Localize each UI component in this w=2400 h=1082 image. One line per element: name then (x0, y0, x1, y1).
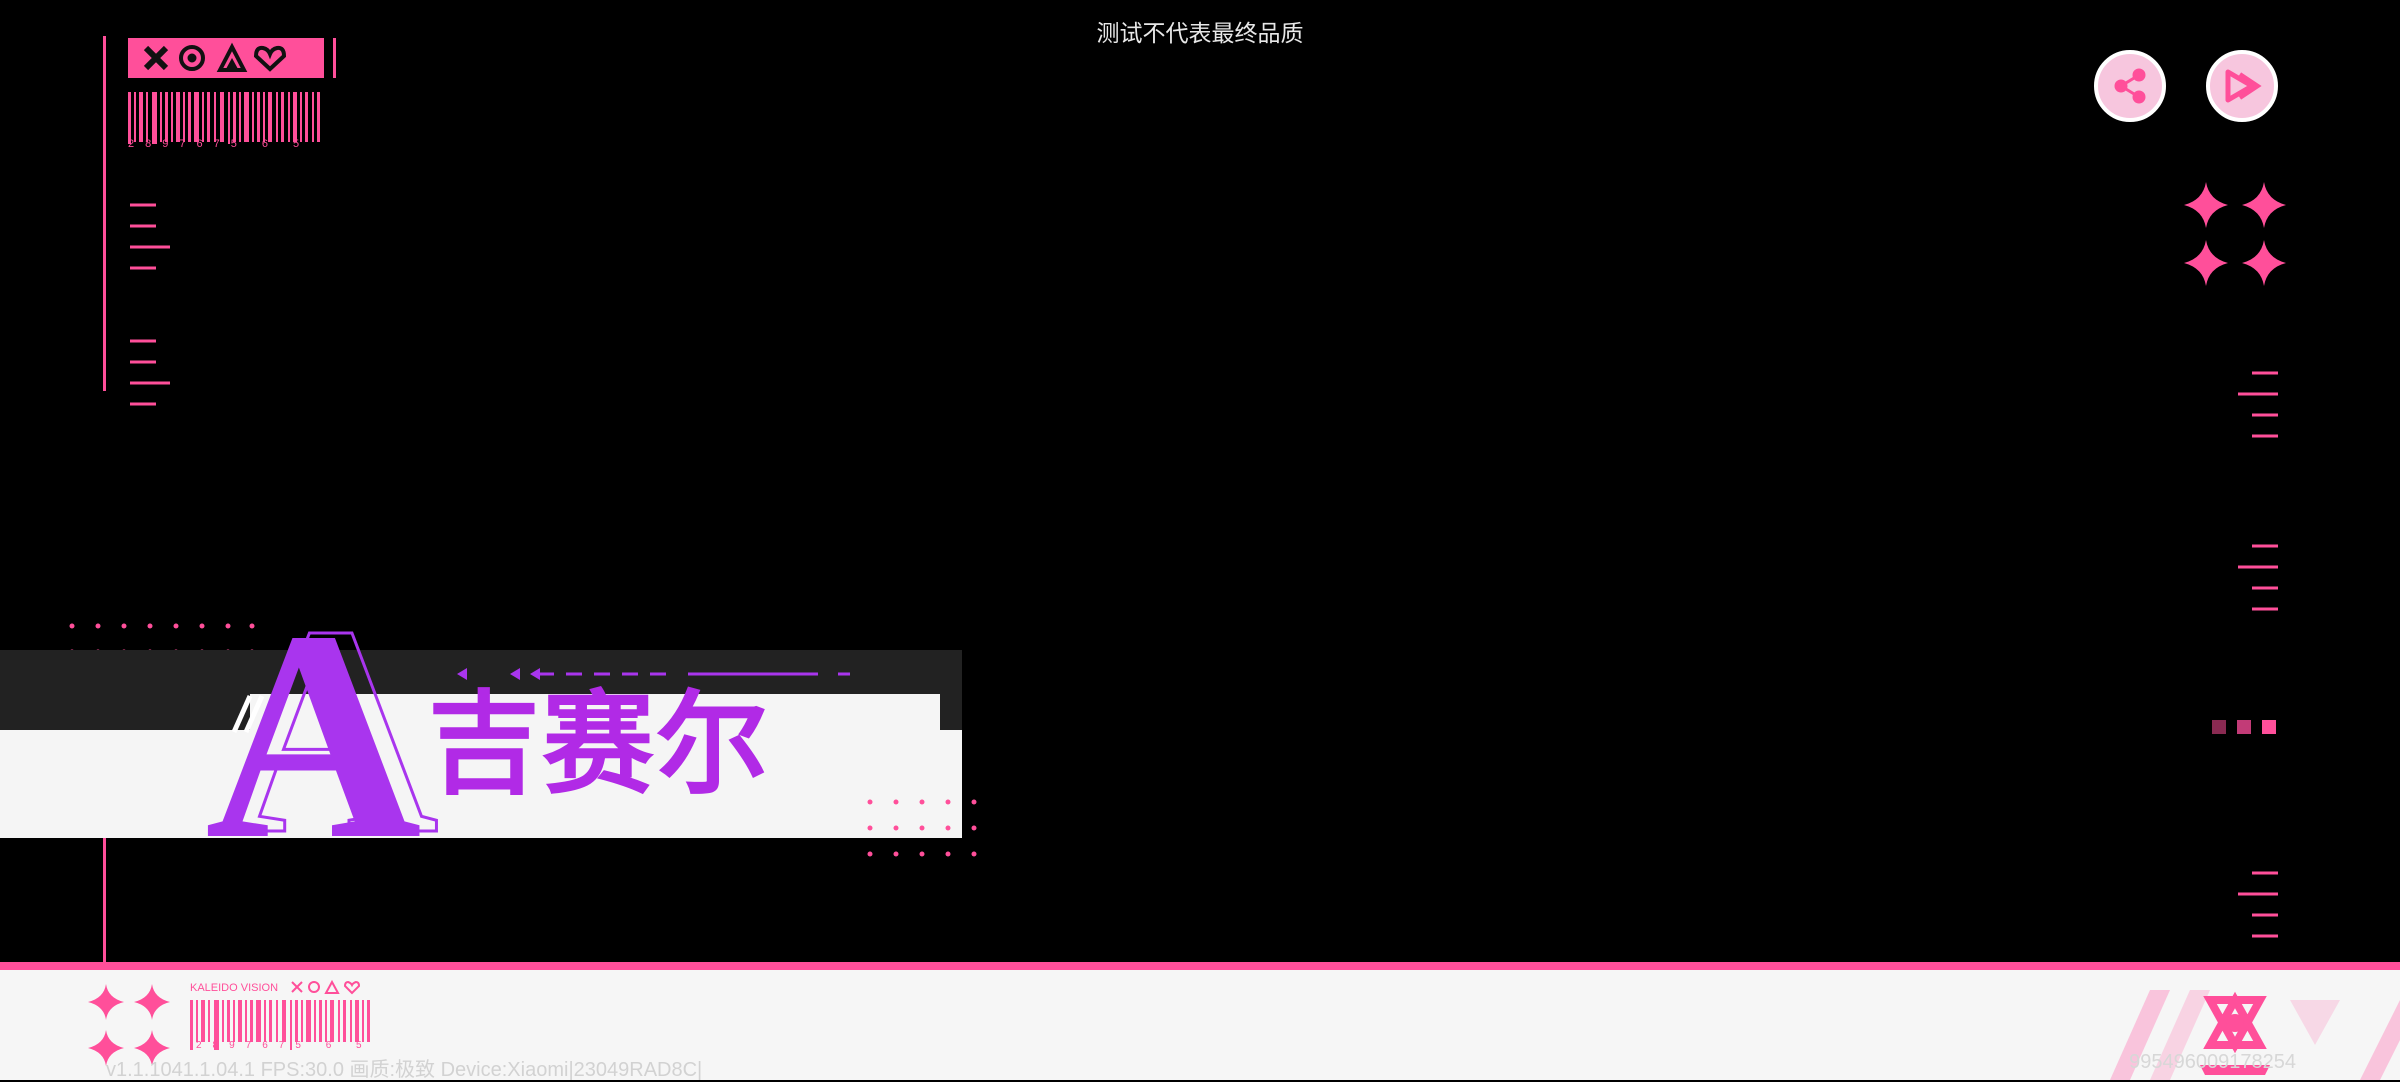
share-icon (2114, 68, 2146, 104)
user-uid: 995496009178254 (2129, 1051, 2296, 1073)
right-tick-marks (2238, 371, 2278, 938)
footer-symbol-icons (291, 979, 360, 995)
left-rail-line (103, 36, 106, 391)
left-rail-line-lower (103, 838, 106, 963)
symbol-bar-end (326, 38, 336, 78)
skip-icon (2225, 69, 2262, 103)
character-name: 吉赛尔 (428, 684, 770, 808)
arrow-dash-line (457, 668, 850, 680)
left-tick-marks (130, 203, 170, 406)
footer-brand-label: KALEIDO VISION (190, 982, 279, 994)
version-info: v1.1.1041.1.04.1 FPS:30.0 画质:极致 Device:X… (106, 1059, 703, 1081)
symbol-bar (128, 38, 324, 78)
skip-button[interactable] (2206, 50, 2278, 122)
footer-barcode-digits: 2897675 6 5 (196, 1040, 373, 1051)
footer-stripe (0, 962, 2400, 970)
name-banner-notch (940, 694, 962, 730)
test-quality-notice: 测试不代表最终品质 (1096, 20, 1304, 46)
footer-brand: KALEIDO VISION (190, 982, 278, 994)
dot-grid-right (867, 799, 977, 857)
barcode-top (128, 92, 320, 144)
sparkle-cluster-icon (2184, 182, 2286, 286)
barcode-digits: 2897675 6 5 (128, 138, 311, 150)
rank-letter: A (205, 569, 422, 901)
symbol-icons (143, 42, 287, 72)
share-button[interactable] (2094, 50, 2166, 122)
page-indicator-squares (2212, 720, 2276, 734)
